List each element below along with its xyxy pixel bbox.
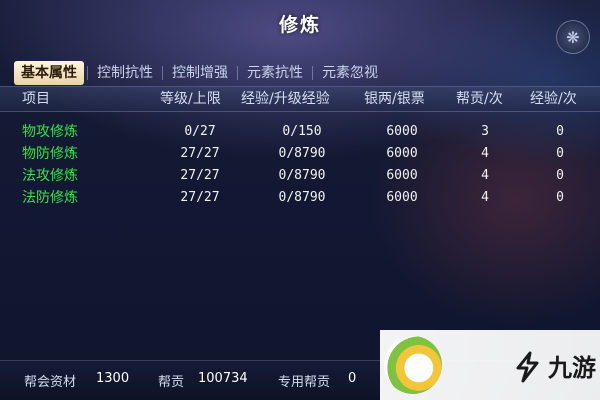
watermark-text: 九游 xyxy=(548,354,596,382)
tab-divider xyxy=(237,66,238,80)
row-level: 27/27 xyxy=(180,146,220,161)
window-title: 修炼 xyxy=(278,14,321,36)
row-silver: 6000 xyxy=(386,124,418,139)
header-exp-per: 经验/次 xyxy=(530,91,577,107)
row-exp-per: 0 xyxy=(556,168,564,183)
row-name: 法防修炼 xyxy=(22,190,78,206)
row-name: 物攻修炼 xyxy=(22,124,78,140)
row-contribution: 4 xyxy=(481,168,489,183)
special-contribution-label: 专用帮贡 xyxy=(278,375,331,390)
table-row[interactable]: 物防修炼 27/27 0/8790 6000 4 0 xyxy=(0,143,600,165)
row-contribution: 4 xyxy=(481,146,489,161)
row-exp-per: 0 xyxy=(556,124,564,139)
row-exp-per: 0 xyxy=(556,190,564,205)
header-silver: 银两/银票 xyxy=(364,91,425,107)
header-item: 项目 xyxy=(22,91,50,107)
guild-material-label: 帮会资材 xyxy=(24,375,77,390)
table-header: 项目 等级/上限 经验/升级经验 银两/银票 帮贡/次 经验/次 xyxy=(0,86,600,112)
cultivation-window: 修炼 ❋ 基本属性 控制抗性 控制增强 元素抗性 元素忽视 项目 等级/上限 经… xyxy=(0,0,600,400)
row-exp: 0/8790 xyxy=(278,168,326,183)
tab-divider xyxy=(87,66,88,80)
row-exp-per: 0 xyxy=(556,146,564,161)
tab-basic-attributes[interactable]: 基本属性 xyxy=(14,61,84,85)
table-row[interactable]: 法攻修炼 27/27 0/8790 6000 4 0 xyxy=(0,165,600,187)
emblem-icon: ❋ xyxy=(556,20,590,54)
guild-material-value: 1300 xyxy=(96,371,130,386)
header-level: 等级/上限 xyxy=(160,91,221,107)
row-silver: 6000 xyxy=(386,146,418,161)
logo-emblem-icon xyxy=(384,336,442,394)
contribution-label: 帮贡 xyxy=(158,375,185,390)
row-contribution: 3 xyxy=(481,124,489,139)
table-row[interactable]: 物攻修炼 0/27 0/150 6000 3 0 xyxy=(0,121,600,143)
header-contribution: 帮贡/次 xyxy=(456,91,503,107)
tab-divider xyxy=(312,66,313,80)
row-silver: 6000 xyxy=(386,168,418,183)
tab-bar: 基本属性 控制抗性 控制增强 元素抗性 元素忽视 xyxy=(14,60,384,86)
row-level: 27/27 xyxy=(180,168,220,183)
row-exp: 0/8790 xyxy=(278,190,326,205)
row-exp: 0/8790 xyxy=(278,146,326,161)
row-level: 0/27 xyxy=(184,124,216,139)
watermark-logo: 九游 xyxy=(380,330,600,400)
watermark-mark-icon xyxy=(516,351,539,383)
table-row[interactable]: 法防修炼 27/27 0/8790 6000 4 0 xyxy=(0,187,600,209)
row-contribution: 4 xyxy=(481,190,489,205)
tab-element-resistance[interactable]: 元素抗性 xyxy=(241,61,309,85)
tab-element-ignore[interactable]: 元素忽视 xyxy=(316,61,384,85)
row-silver: 6000 xyxy=(386,190,418,205)
tab-divider xyxy=(162,66,163,80)
tab-control-resistance[interactable]: 控制抗性 xyxy=(91,61,159,85)
header-exp: 经验/升级经验 xyxy=(241,91,330,107)
row-exp: 0/150 xyxy=(282,124,322,139)
tab-control-enhance[interactable]: 控制增强 xyxy=(166,61,234,85)
row-name: 法攻修炼 xyxy=(22,168,78,184)
special-contribution-value: 0 xyxy=(348,371,357,386)
row-level: 27/27 xyxy=(180,190,220,205)
row-name: 物防修炼 xyxy=(22,146,78,162)
contribution-value: 100734 xyxy=(198,371,248,386)
